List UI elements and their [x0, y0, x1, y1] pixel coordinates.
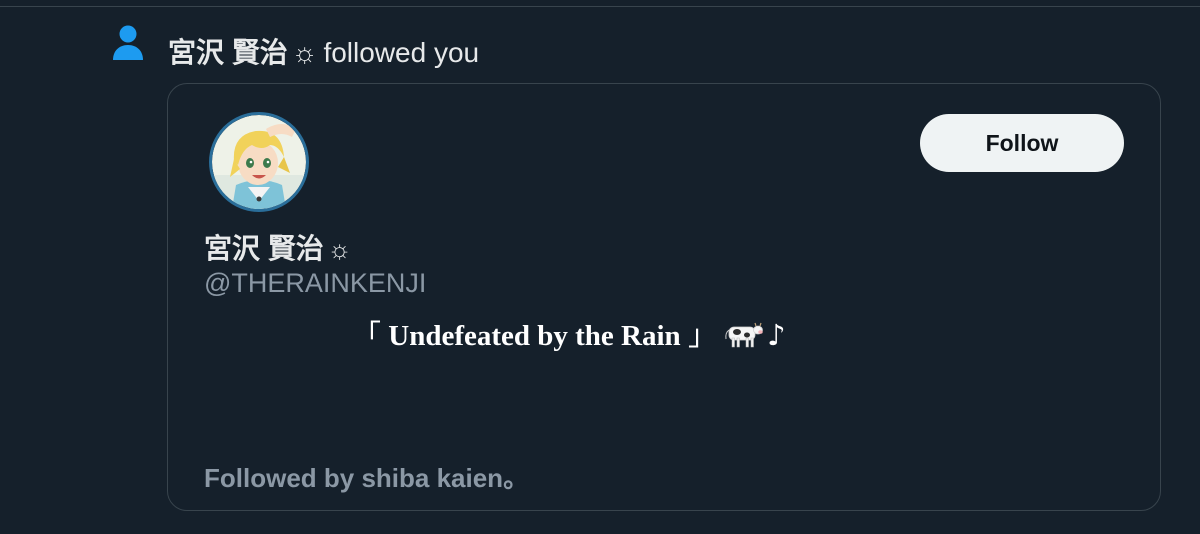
display-name-text: 宮沢 賢治	[204, 233, 324, 264]
top-divider	[0, 6, 1200, 7]
notification-text: 宮沢 賢治 ☼ followed you	[168, 34, 479, 72]
avatar[interactable]	[209, 112, 309, 212]
person-icon	[112, 24, 144, 62]
followed-by-text[interactable]: Followed by shiba kaien。	[204, 458, 529, 495]
bio-close-bracket: 」	[687, 318, 717, 352]
cow-icon	[723, 321, 763, 349]
notification-actor-name[interactable]: 宮沢 賢治	[168, 37, 288, 68]
profile-display-name[interactable]: 宮沢 賢治 ☼	[204, 227, 352, 267]
actor-badge: ☼	[291, 37, 318, 68]
follow-button[interactable]: Follow	[920, 114, 1124, 172]
display-name-badge: ☼	[327, 234, 352, 264]
user-card[interactable]: Follow 宮沢 賢治 ☼ @THERAINKENJI 「 Undefeated…	[167, 83, 1161, 511]
profile-handle[interactable]: @THERAINKENJI	[204, 268, 426, 299]
notification-action: followed you	[323, 37, 480, 68]
bio-music-note: ♪	[766, 318, 786, 352]
bio-open-bracket: 「	[352, 318, 382, 352]
profile-bio: 「 Undefeated by the Rain 」 ♪	[352, 312, 785, 354]
bio-text: Undefeated by the Rain	[388, 320, 681, 352]
